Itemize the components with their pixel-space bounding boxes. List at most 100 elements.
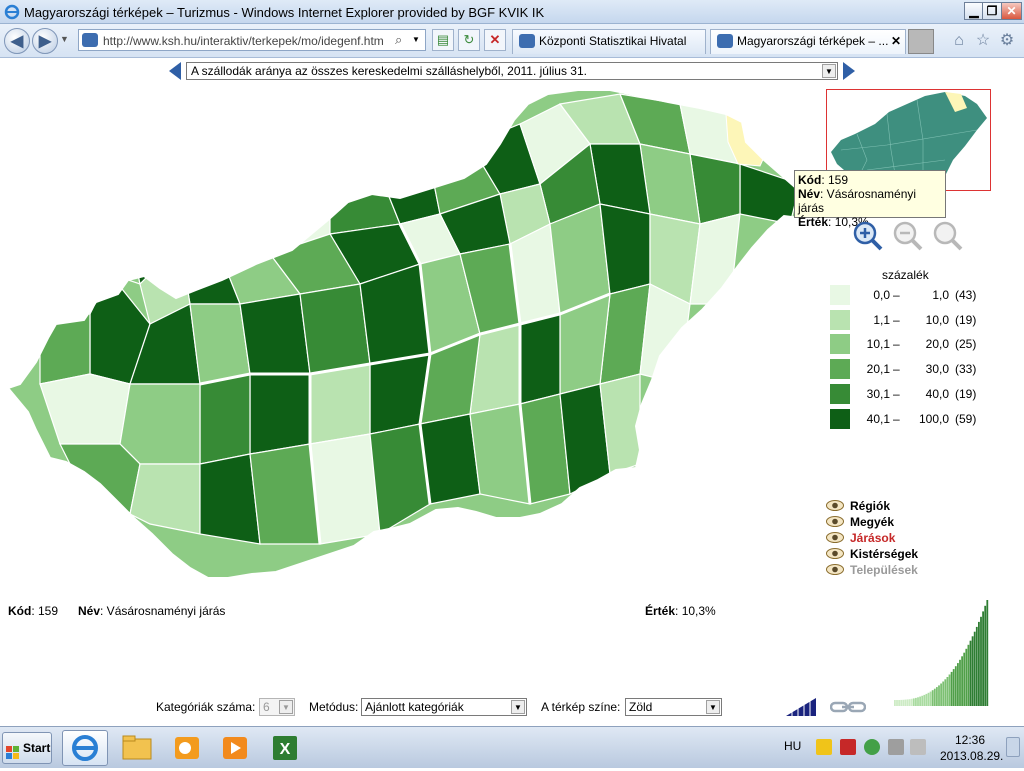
taskbar-media-player[interactable] xyxy=(212,730,258,766)
minimize-button[interactable]: ▁ xyxy=(964,2,984,20)
clock-time[interactable]: 12:36 xyxy=(955,733,985,747)
zoom-out-icon[interactable] xyxy=(892,220,924,252)
network-icon[interactable] xyxy=(888,739,904,755)
distribution-bar xyxy=(965,648,968,706)
sync-icon[interactable] xyxy=(864,739,880,755)
clock-date[interactable]: 2013.08.29. xyxy=(940,749,1003,763)
distribution-bar xyxy=(944,679,947,706)
categories-select[interactable]: 6 ▼ xyxy=(259,698,295,716)
next-map-arrow-icon[interactable] xyxy=(842,61,856,81)
stop-button[interactable]: ✕ xyxy=(484,29,506,51)
layer-label[interactable]: Régiók xyxy=(850,499,890,513)
zoom-extent-icon[interactable] xyxy=(932,220,964,252)
show-desktop-button[interactable] xyxy=(1006,737,1020,757)
legend-row: 1,1– 10,0 (19) xyxy=(830,309,990,330)
history-dropdown-icon[interactable]: ▼ xyxy=(60,34,69,44)
distribution-bar xyxy=(923,694,926,706)
method-select[interactable]: Ajánlott kategóriák ▼ xyxy=(361,698,527,716)
volume-icon[interactable] xyxy=(910,739,926,755)
district-cells[interactable] xyxy=(0,84,820,600)
distribution-bar xyxy=(957,663,959,706)
chevron-down-icon[interactable]: ▼ xyxy=(822,64,836,78)
address-url[interactable]: http://www.ksh.hu/interaktiv/terkepek/mo… xyxy=(103,34,393,48)
categories-label: Kategóriák száma: xyxy=(156,700,256,714)
map-tooltip: Kód: 159 Név: Vásárosnaményi járás Érték… xyxy=(794,170,946,229)
refresh-button[interactable]: ↻ xyxy=(458,29,480,51)
legend-low: 0,0 xyxy=(873,288,890,302)
new-tab-button[interactable] xyxy=(908,29,934,54)
map-color-label: A térkép színe: xyxy=(541,700,621,714)
info-nev: Név: Vásárosnaményi járás xyxy=(78,604,225,618)
search-icon[interactable]: ⌕ xyxy=(395,32,402,48)
layer-toggle[interactable]: Megyék xyxy=(826,514,956,530)
distribution-bar xyxy=(984,605,987,706)
address-bar[interactable]: http://www.ksh.hu/interaktiv/terkepek/mo… xyxy=(78,29,426,51)
chevron-down-icon[interactable]: ▼ xyxy=(279,700,293,714)
chevron-down-icon[interactable]: ▼ xyxy=(706,700,720,714)
close-tab-icon[interactable]: ✕ xyxy=(891,30,901,53)
info-ertek: Érték: 10,3% xyxy=(645,604,716,618)
legend-swatch xyxy=(830,309,850,330)
eye-icon[interactable] xyxy=(826,564,844,575)
close-window-button[interactable]: ✕ xyxy=(1001,2,1022,20)
eye-icon[interactable] xyxy=(826,548,844,559)
eye-icon[interactable] xyxy=(826,532,844,543)
back-arrow-icon: ◀ xyxy=(10,33,24,50)
taskbar-excel[interactable]: X xyxy=(262,730,308,766)
outlook-icon xyxy=(175,737,199,759)
layer-toggle[interactable]: Régiók xyxy=(826,498,956,514)
distribution-bar xyxy=(900,699,903,706)
taskbar-internet-explorer[interactable] xyxy=(62,730,108,766)
tools-gear-icon[interactable]: ⚙ xyxy=(998,32,1016,50)
legend-dash: – xyxy=(893,337,900,352)
distribution-bar xyxy=(942,681,945,706)
back-button[interactable]: ◀ xyxy=(4,28,30,54)
address-dropdown-icon[interactable]: ▼ xyxy=(409,32,423,48)
window-title: Magyarországi térképek – Turizmus - Wind… xyxy=(24,5,545,20)
chevron-down-icon[interactable]: ▼ xyxy=(511,700,525,714)
favorites-star-icon[interactable]: ☆ xyxy=(974,32,992,50)
eye-icon[interactable] xyxy=(826,500,844,511)
tooltip-kod-label: Kód xyxy=(798,173,822,187)
taskbar-outlook[interactable] xyxy=(164,730,210,766)
distribution-bar xyxy=(946,677,949,706)
tab-magyarorszagi-terkepek[interactable]: Magyarországi térképek – ... ✕ xyxy=(710,29,906,54)
map-theme-value: A szállodák aránya az összes kereskedelm… xyxy=(191,64,587,78)
layer-label[interactable]: Járások xyxy=(850,531,895,545)
layer-label[interactable]: Kistérségek xyxy=(850,547,918,561)
distribution-bar xyxy=(980,616,982,706)
legend-row: 30,1– 40,0 (19) xyxy=(830,383,990,404)
eye-icon[interactable] xyxy=(826,516,844,527)
security-shield-icon[interactable] xyxy=(816,739,832,755)
legend-low: 30,1 xyxy=(866,386,890,401)
forward-button[interactable]: ▶ xyxy=(32,28,58,54)
layer-label[interactable]: Települések xyxy=(850,563,918,577)
legend-row: 20,1– 30,0 (33) xyxy=(830,359,990,380)
pdf-reader-icon[interactable] xyxy=(840,739,856,755)
language-indicator[interactable]: HU xyxy=(784,739,801,753)
layer-toggle[interactable]: Települések xyxy=(826,562,956,578)
map-theme-select[interactable]: A szállodák aránya az összes kereskedelm… xyxy=(186,62,838,80)
tab-kozponti-statisztikai-hivatal[interactable]: Központi Statisztikai Hivatal xyxy=(512,29,706,54)
home-icon[interactable]: ⌂ xyxy=(950,32,968,50)
distribution-bar xyxy=(969,640,972,706)
legend-low: 40,1 xyxy=(866,411,890,426)
maximize-button[interactable]: ❐ xyxy=(982,2,1002,20)
tooltip-kod-value: : 159 xyxy=(821,173,849,187)
taskbar-file-explorer[interactable] xyxy=(114,730,160,766)
distribution-bar xyxy=(919,696,921,706)
distribution-bar xyxy=(904,699,907,706)
zoom-in-icon[interactable] xyxy=(852,220,884,252)
layer-toggle[interactable]: Kistérségek xyxy=(826,546,956,562)
tooltip-ertek-label: Érték xyxy=(798,215,829,229)
previous-map-arrow-icon[interactable] xyxy=(168,61,182,81)
layer-toggle[interactable]: Járások xyxy=(826,530,956,546)
map-color-select[interactable]: Zöld ▼ xyxy=(625,698,722,716)
color-ramp-icon[interactable] xyxy=(786,698,816,716)
start-button[interactable]: Start xyxy=(2,732,52,764)
distribution-bar xyxy=(912,698,915,706)
compatibility-view-button[interactable]: ▤ xyxy=(432,29,454,51)
choropleth-map[interactable] xyxy=(0,84,820,600)
layer-label[interactable]: Megyék xyxy=(850,515,894,529)
link-chain-icon[interactable] xyxy=(830,700,866,714)
